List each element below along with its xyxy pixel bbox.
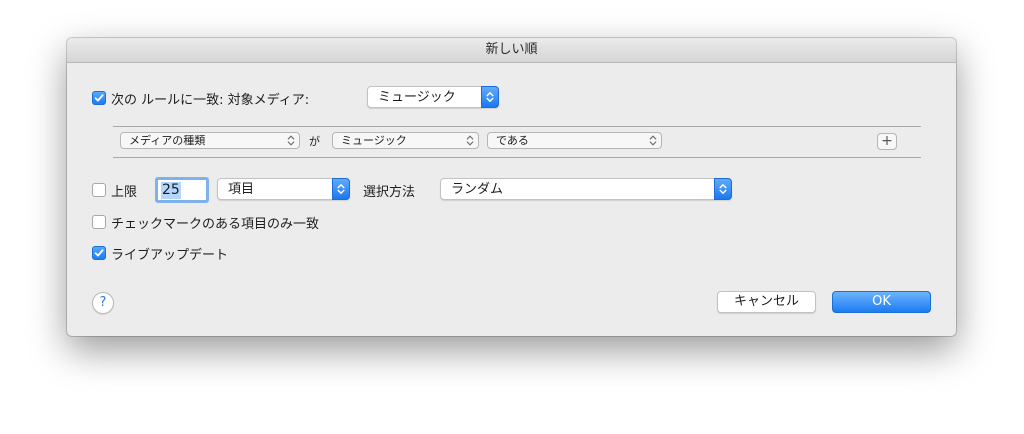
popup-arrows-icon bbox=[332, 178, 350, 200]
rule-operator-popup[interactable]: である bbox=[487, 132, 662, 149]
media-kind-popup[interactable]: ミュージック bbox=[367, 86, 499, 108]
checkmark-icon bbox=[94, 94, 104, 102]
cancel-button[interactable]: キャンセル bbox=[717, 291, 816, 313]
rules-top-divider bbox=[113, 126, 921, 127]
checked-items-only-label: チェックマークのある項目のみ一致 bbox=[111, 217, 320, 232]
selection-method-label: 選択方法 bbox=[363, 185, 416, 200]
popup-arrows-icon bbox=[649, 135, 657, 146]
limit-value-text: 25 bbox=[161, 182, 181, 199]
rule-field-popup[interactable]: メディアの種類 bbox=[120, 132, 300, 149]
limit-unit-popup[interactable]: 項目 bbox=[217, 178, 350, 200]
rule-field-value: メディアの種類 bbox=[129, 134, 206, 147]
checked-items-only-checkbox[interactable] bbox=[92, 215, 106, 229]
add-rule-button[interactable]: + bbox=[877, 133, 897, 150]
limit-value-field[interactable]: 25 bbox=[155, 177, 209, 203]
smart-playlist-dialog: 新しい順 次の ルールに一致: 対象メディア: ミュージック メディアの種類 が… bbox=[67, 38, 956, 336]
popup-arrows-icon bbox=[714, 178, 732, 200]
rule-operator-text: である bbox=[496, 134, 529, 147]
limit-checkbox[interactable] bbox=[92, 183, 106, 197]
rule-value-popup[interactable]: ミュージック bbox=[332, 132, 479, 149]
popup-arrows-icon bbox=[466, 135, 474, 146]
checkmark-icon bbox=[94, 249, 104, 257]
selection-method-value: ランダム bbox=[451, 182, 504, 197]
rule-connector: が bbox=[309, 135, 320, 148]
live-updating-checkbox[interactable] bbox=[92, 246, 106, 260]
limit-unit-value: 項目 bbox=[228, 182, 255, 197]
help-button[interactable]: ? bbox=[92, 292, 114, 314]
popup-arrows-icon bbox=[481, 86, 499, 108]
popup-arrows-icon bbox=[287, 135, 295, 146]
window-title: 新しい順 bbox=[67, 38, 956, 63]
limit-label: 上限 bbox=[111, 185, 138, 200]
rule-value-text: ミュージック bbox=[341, 134, 407, 147]
match-rules-label: 次の ルールに一致: 対象メディア: bbox=[111, 93, 310, 108]
rules-bottom-divider bbox=[113, 157, 921, 158]
ok-button[interactable]: OK bbox=[832, 291, 931, 313]
live-updating-label: ライブアップデート bbox=[111, 248, 229, 263]
media-kind-value: ミュージック bbox=[378, 90, 456, 105]
match-rules-checkbox[interactable] bbox=[92, 91, 106, 105]
selection-method-popup[interactable]: ランダム bbox=[440, 178, 732, 200]
